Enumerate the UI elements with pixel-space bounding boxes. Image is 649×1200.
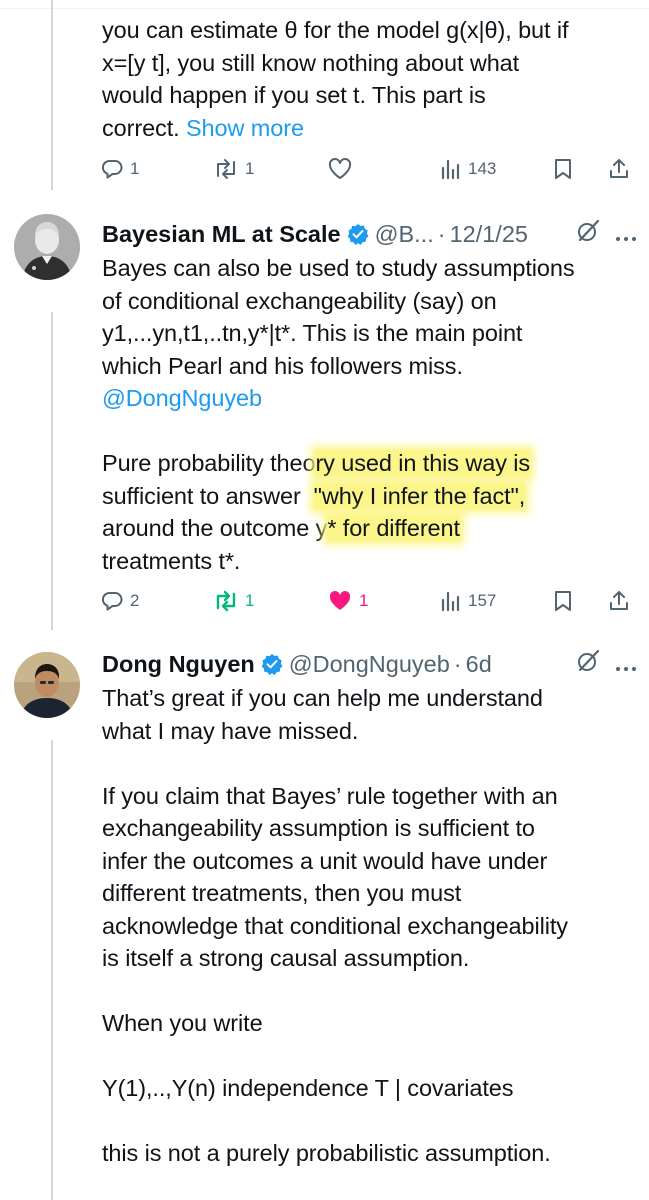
show-more-link[interactable]: Show more bbox=[186, 115, 304, 141]
retweet-icon bbox=[213, 589, 239, 613]
mention-link[interactable]: @DongNguyeb bbox=[102, 382, 575, 415]
retweet-button[interactable]: 1 bbox=[213, 581, 254, 621]
tweet-actions: 1 1 143 bbox=[100, 149, 640, 189]
text-line: acknowledge that conditional exchangeabi… bbox=[102, 912, 568, 939]
more-icon[interactable] bbox=[615, 651, 637, 678]
text-segment: Pure probability theo bbox=[102, 450, 316, 476]
text-line: exchangeability assumption is sufficient… bbox=[102, 815, 535, 841]
text-line: infer the outcomes a unit would have und… bbox=[102, 847, 548, 874]
views-button[interactable]: 157 bbox=[440, 581, 496, 621]
reply-count: 1 bbox=[130, 159, 140, 178]
tweet-header: Bayesian ML at Scale @B... · 12/1/25 bbox=[102, 216, 641, 252]
text-line: is itself a strong causal assumption. bbox=[102, 945, 470, 971]
thread-line bbox=[51, 312, 53, 630]
header-actions bbox=[575, 646, 637, 682]
highlighted-text: * for different bbox=[327, 515, 460, 541]
text-line: treatments t*. bbox=[102, 547, 241, 574]
verified-badge-icon bbox=[347, 223, 369, 245]
text-line: If you claim that Bayes’ rule together w… bbox=[102, 782, 558, 809]
avatar[interactable] bbox=[14, 652, 80, 718]
avatar-portrait bbox=[14, 214, 80, 280]
more-icon[interactable] bbox=[615, 221, 637, 248]
text-line: which Pearl and his followers miss. bbox=[102, 352, 463, 379]
text-line: you can estimate θ for the model g(x|θ),… bbox=[102, 17, 569, 43]
text-line: Pure probability theory used in this way… bbox=[102, 447, 575, 480]
bookmark-icon bbox=[552, 157, 574, 181]
grok-icon[interactable] bbox=[575, 648, 601, 680]
share-button[interactable] bbox=[608, 149, 630, 189]
separator: · bbox=[437, 220, 446, 247]
views-icon bbox=[440, 158, 462, 180]
reply-icon bbox=[100, 589, 124, 613]
header-actions bbox=[575, 216, 637, 252]
tweet-text: That’s great if you can help me understa… bbox=[102, 682, 568, 1170]
thread-line bbox=[51, 740, 53, 1200]
bookmark-button[interactable] bbox=[552, 149, 574, 189]
text-line: of conditional exchangeability (say) on bbox=[102, 287, 497, 314]
retweet-count: 1 bbox=[245, 159, 255, 178]
text-line: different treatments, then you must bbox=[102, 880, 462, 906]
text-line: correct. Show more bbox=[102, 112, 568, 145]
reply-button[interactable]: 2 bbox=[100, 581, 139, 621]
text-line: Bayes can also be used to study assumpti… bbox=[102, 255, 575, 281]
retweet-button[interactable]: 1 bbox=[213, 149, 254, 189]
author-handle[interactable]: @B... bbox=[375, 221, 434, 248]
grok-icon[interactable] bbox=[575, 218, 601, 250]
author-name[interactable]: Bayesian ML at Scale bbox=[102, 221, 341, 248]
like-icon bbox=[327, 157, 353, 181]
author-handle[interactable]: @DongNguyeb bbox=[289, 651, 450, 678]
text-line: That’s great if you can help me understa… bbox=[102, 685, 543, 711]
text-line: x=[y t], you still know nothing about wh… bbox=[102, 49, 520, 76]
text-line: sufficient to answer "why I infer the fa… bbox=[102, 480, 575, 513]
retweet-count: 1 bbox=[245, 591, 255, 610]
views-count: 157 bbox=[468, 591, 497, 610]
tweet-date[interactable]: 6d bbox=[466, 651, 492, 678]
text-line: this is not a purely probabilistic assum… bbox=[102, 1140, 551, 1166]
reply-count: 2 bbox=[130, 591, 140, 610]
tweet-date[interactable]: 12/1/25 bbox=[450, 221, 528, 248]
text-line: Y(1),..,Y(n) independence T | covariates bbox=[102, 1075, 514, 1101]
thread-line bbox=[51, 0, 53, 190]
tweet-header: Dong Nguyen @DongNguyeb · 6d bbox=[102, 646, 641, 682]
bookmark-button[interactable] bbox=[552, 581, 574, 621]
reply-icon bbox=[100, 157, 124, 181]
share-icon bbox=[608, 157, 630, 181]
bookmark-icon bbox=[552, 589, 574, 613]
separator: · bbox=[453, 650, 462, 677]
like-button[interactable]: 1 bbox=[327, 581, 368, 621]
verified-badge-icon bbox=[261, 653, 283, 675]
avatar-photo bbox=[14, 652, 80, 718]
share-button[interactable] bbox=[608, 581, 630, 621]
highlighted-text: ry used in this way is bbox=[315, 450, 531, 476]
tweet-actions: 2 1 1 157 bbox=[100, 581, 640, 621]
retweet-icon bbox=[213, 157, 239, 181]
text-segment: around the outcome y bbox=[102, 515, 328, 541]
author-name[interactable]: Dong Nguyen bbox=[102, 651, 255, 678]
like-icon bbox=[327, 589, 353, 613]
views-button[interactable]: 143 bbox=[440, 149, 496, 189]
views-count: 143 bbox=[468, 159, 497, 178]
text-segment: sufficient to answer bbox=[102, 482, 314, 509]
text-line: When you write bbox=[102, 1010, 263, 1036]
text-line: what I may have missed. bbox=[102, 717, 359, 744]
avatar[interactable] bbox=[14, 214, 80, 280]
highlighted-text: "why I infer the fact", bbox=[313, 482, 526, 509]
tweet-text: you can estimate θ for the model g(x|θ),… bbox=[102, 14, 569, 145]
reply-button[interactable]: 1 bbox=[100, 149, 139, 189]
share-icon bbox=[608, 589, 630, 613]
text-segment: correct. bbox=[102, 114, 186, 141]
like-button[interactable] bbox=[327, 149, 353, 189]
views-icon bbox=[440, 590, 462, 612]
top-divider bbox=[0, 8, 649, 9]
like-count: 1 bbox=[359, 591, 369, 610]
text-line: around the outcome y* for different bbox=[102, 512, 575, 545]
text-line: y1,...yn,t1,..tn,y*|t*. This is the main… bbox=[102, 320, 523, 346]
text-line: would happen if you set t. This part is bbox=[102, 82, 486, 108]
tweet-text: Bayes can also be used to study assumpti… bbox=[102, 252, 575, 577]
